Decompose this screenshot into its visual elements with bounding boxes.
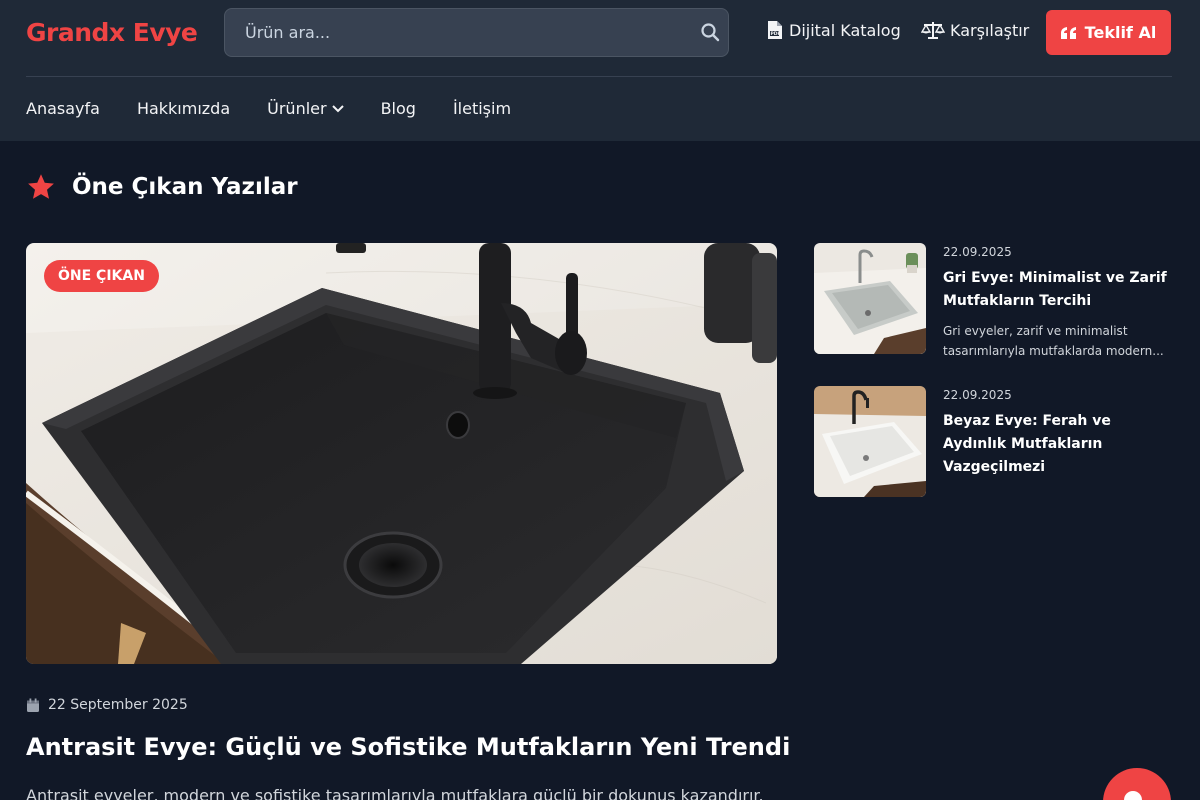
- section-title-text: Öne Çıkan Yazılar: [72, 174, 298, 200]
- side-post-title[interactable]: Gri Evye: Minimalist ve Zarif Mutfakları…: [943, 267, 1171, 313]
- nav-label: Ürünler: [267, 99, 327, 118]
- featured-post-title[interactable]: Antrasit Evye: Güçlü ve Sofistike Mutfak…: [26, 733, 790, 761]
- nav-label: Anasayfa: [26, 99, 100, 118]
- quote-icon: [1060, 26, 1076, 39]
- compare-link[interactable]: Karşılaştır: [921, 20, 1029, 40]
- side-post-excerpt: Gri evyeler, zarif ve minimalist tasarım…: [943, 321, 1171, 361]
- site-header: Grandx Evye PDF Dijital Katalog Karşılaş…: [0, 0, 1200, 141]
- side-post-thumbnail[interactable]: [814, 386, 926, 497]
- main-nav: Anasayfa Hakkımızda Ürünler Blog İletişi…: [26, 99, 548, 118]
- post-date: 22 September 2025: [48, 697, 188, 713]
- star-icon: [28, 174, 54, 199]
- nav-item-contact[interactable]: İletişim: [453, 99, 511, 118]
- search-input[interactable]: [225, 9, 685, 56]
- nav-label: İletişim: [452, 99, 512, 118]
- scale-icon: [921, 22, 945, 39]
- nav-item-products[interactable]: Ürünler: [267, 99, 344, 118]
- search-box[interactable]: [224, 8, 729, 57]
- chevron-down-icon: [331, 104, 344, 112]
- nav-item-blog[interactable]: Blog: [381, 99, 416, 118]
- chat-button[interactable]: [1103, 768, 1171, 800]
- pdf-file-icon: PDF: [768, 21, 782, 39]
- side-post-card[interactable]: 22.09.2025 Beyaz Evye: Ferah ve Aydınlık…: [814, 386, 1174, 497]
- gray-sink-illustration: [814, 243, 926, 354]
- site-logo[interactable]: Grandx Evye: [26, 18, 198, 47]
- calendar-icon: [27, 698, 39, 712]
- side-post-card[interactable]: 22.09.2025 Gri Evye: Minimalist ve Zarif…: [814, 243, 1174, 358]
- side-post-thumbnail[interactable]: [814, 243, 926, 354]
- digital-catalog-label: Dijital Katalog: [789, 20, 901, 40]
- black-sink-illustration: [26, 243, 777, 664]
- nav-label: Blog: [380, 99, 416, 118]
- side-post-date: 22.09.2025: [943, 245, 1012, 259]
- excerpt-line: Gri evyeler, zarif ve minimalist: [943, 324, 1128, 338]
- side-post-date: 22.09.2025: [943, 388, 1012, 402]
- svg-text:PDF: PDF: [771, 31, 781, 37]
- search-icon[interactable]: [700, 22, 720, 42]
- nav-item-home[interactable]: Anasayfa: [26, 99, 100, 118]
- white-sink-illustration: [814, 386, 926, 497]
- featured-post-image[interactable]: [26, 243, 777, 664]
- section-title: Öne Çıkan Yazılar: [26, 172, 298, 202]
- featured-post-excerpt: Antrasit evyeler, modern ve sofistike ta…: [26, 786, 764, 800]
- header-divider: [26, 76, 1172, 77]
- quote-button[interactable]: Teklif Al: [1046, 10, 1171, 55]
- excerpt-line: tasarımlarıyla mutfaklarda modern...: [943, 344, 1164, 358]
- chat-icon: [1124, 791, 1142, 800]
- digital-catalog-link[interactable]: PDF Dijital Katalog: [766, 20, 901, 40]
- nav-label: Hakkımızda: [136, 99, 231, 118]
- compare-label: Karşılaştır: [950, 20, 1030, 40]
- side-post-title[interactable]: Beyaz Evye: Ferah ve Aydınlık Mutfakları…: [943, 410, 1171, 479]
- quote-label: Teklif Al: [1084, 23, 1157, 42]
- nav-item-about[interactable]: Hakkımızda: [137, 99, 230, 118]
- featured-badge: ÖNE ÇIKAN: [44, 260, 159, 292]
- post-meta: 22 September 2025: [26, 697, 188, 713]
